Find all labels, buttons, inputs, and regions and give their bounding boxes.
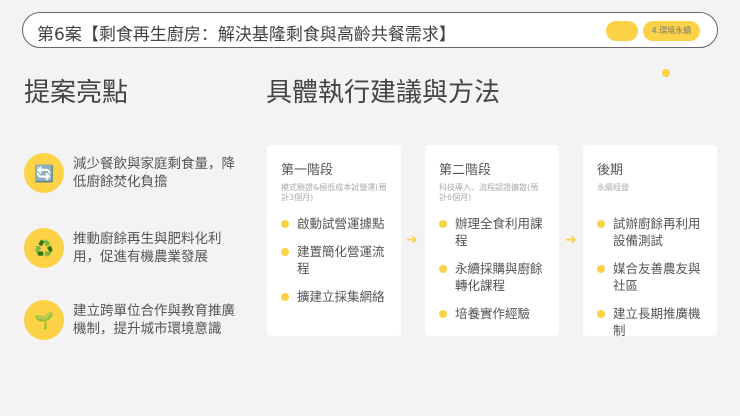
stage-item-text: 永續採購與廚餘轉化課程 bbox=[455, 261, 543, 293]
stage-item: 永續採購與廚餘轉化課程 bbox=[439, 260, 545, 294]
stage-item-text: 擴建立採集網絡 bbox=[297, 289, 385, 304]
stage-item: 試辦廚餘再利用設備測試 bbox=[597, 215, 703, 249]
stage-card: 後期 永續經營 試辦廚餘再利用設備測試 媒合友善農友與社區 建立長期推廣機制 bbox=[583, 145, 717, 339]
bullet-icon bbox=[597, 265, 605, 273]
stage-card: 第一階段 模式驗證&極低成本試營運(預計3個月) 啟動試營運據點建置簡化營運流程… bbox=[267, 145, 401, 336]
highlight-text: 推動廚餘再生與肥料化利用，促進有機農業發展 bbox=[73, 231, 222, 265]
stage-title: 第一階段 bbox=[281, 163, 334, 178]
bullet-icon bbox=[439, 220, 447, 228]
recycle-icon: ♻️ bbox=[24, 228, 64, 268]
highlights-heading: 提案亮點 bbox=[24, 78, 129, 108]
stage-item-text: 建立長期推廣機制 bbox=[613, 306, 701, 338]
stage-item-text: 啟動試營運據點 bbox=[297, 216, 385, 231]
stage-title: 第二階段 bbox=[439, 163, 492, 178]
highlight-item: 🔄 減少餐飲與家庭剩食量，降低廚餘焚化負擔 bbox=[24, 153, 248, 193]
bullet-icon bbox=[281, 220, 289, 228]
stage-item: 培養實作經驗 bbox=[439, 305, 545, 322]
highlight-item: ♻️ 推動廚餘再生與肥料化利用，促進有機農業發展 bbox=[24, 228, 248, 268]
bullet-icon bbox=[439, 265, 447, 273]
arrow-icon: ➜ bbox=[406, 232, 418, 248]
bullet-icon bbox=[281, 293, 289, 301]
arrow-icon: ➜ bbox=[565, 232, 577, 248]
highlight-text: 減少餐飲與家庭剩食量，降低廚餘焚化負擔 bbox=[73, 156, 235, 190]
stage-item-text: 建置簡化營運流程 bbox=[297, 244, 385, 276]
stage-item: 啟動試營運據點 bbox=[281, 215, 387, 232]
stage-subtitle: 科技導入、流程認證擴散(預計6個月) bbox=[439, 183, 539, 202]
stage-subtitle: 永續經營 bbox=[597, 183, 629, 192]
title-bar: 第6案【剩食再生廚房：解決基隆剩食與高齡共餐需求】 4.環境永續 bbox=[22, 12, 718, 48]
seedling-icon: 🌱 bbox=[24, 300, 64, 340]
stage-item: 辦理全食利用課程 bbox=[439, 215, 545, 249]
stage-item: 媒合友善農友與社區 bbox=[597, 260, 703, 294]
status-pill bbox=[606, 21, 638, 41]
decorative-dot bbox=[662, 69, 670, 77]
page-title: 第6案【剩食再生廚房：解決基隆剩食與高齡共餐需求】 bbox=[37, 25, 456, 45]
stage-item-text: 試辦廚餘再利用設備測試 bbox=[613, 216, 701, 248]
stage-item: 建立長期推廣機制 bbox=[597, 305, 703, 339]
stage-item-text: 媒合友善農友與社區 bbox=[613, 261, 701, 293]
stage-item-text: 辦理全食利用課程 bbox=[455, 216, 543, 248]
highlight-item: 🌱 建立跨單位合作與教育推廣機制，提升城市環境意識 bbox=[24, 300, 248, 340]
stage-subtitle: 模式驗證&極低成本試營運(預計3個月) bbox=[281, 183, 387, 202]
stage-item-text: 培養實作經驗 bbox=[455, 306, 531, 321]
category-badge: 4.環境永續 bbox=[643, 21, 700, 41]
bullet-icon bbox=[597, 310, 605, 318]
methods-heading: 具體執行建議與方法 bbox=[266, 78, 501, 108]
bullet-icon bbox=[597, 220, 605, 228]
refresh-icon: 🔄 bbox=[24, 153, 64, 193]
bullet-icon bbox=[439, 310, 447, 318]
highlight-text: 建立跨單位合作與教育推廣機制，提升城市環境意識 bbox=[73, 303, 235, 337]
stage-item: 建置簡化營運流程 bbox=[281, 243, 387, 277]
stage-title: 後期 bbox=[597, 163, 624, 178]
bullet-icon bbox=[281, 248, 289, 256]
stage-item: 擴建立採集網絡 bbox=[281, 288, 387, 305]
stage-card: 第二階段 科技導入、流程認證擴散(預計6個月) 辦理全食利用課程 永續採購與廚餘轉… bbox=[425, 145, 559, 336]
